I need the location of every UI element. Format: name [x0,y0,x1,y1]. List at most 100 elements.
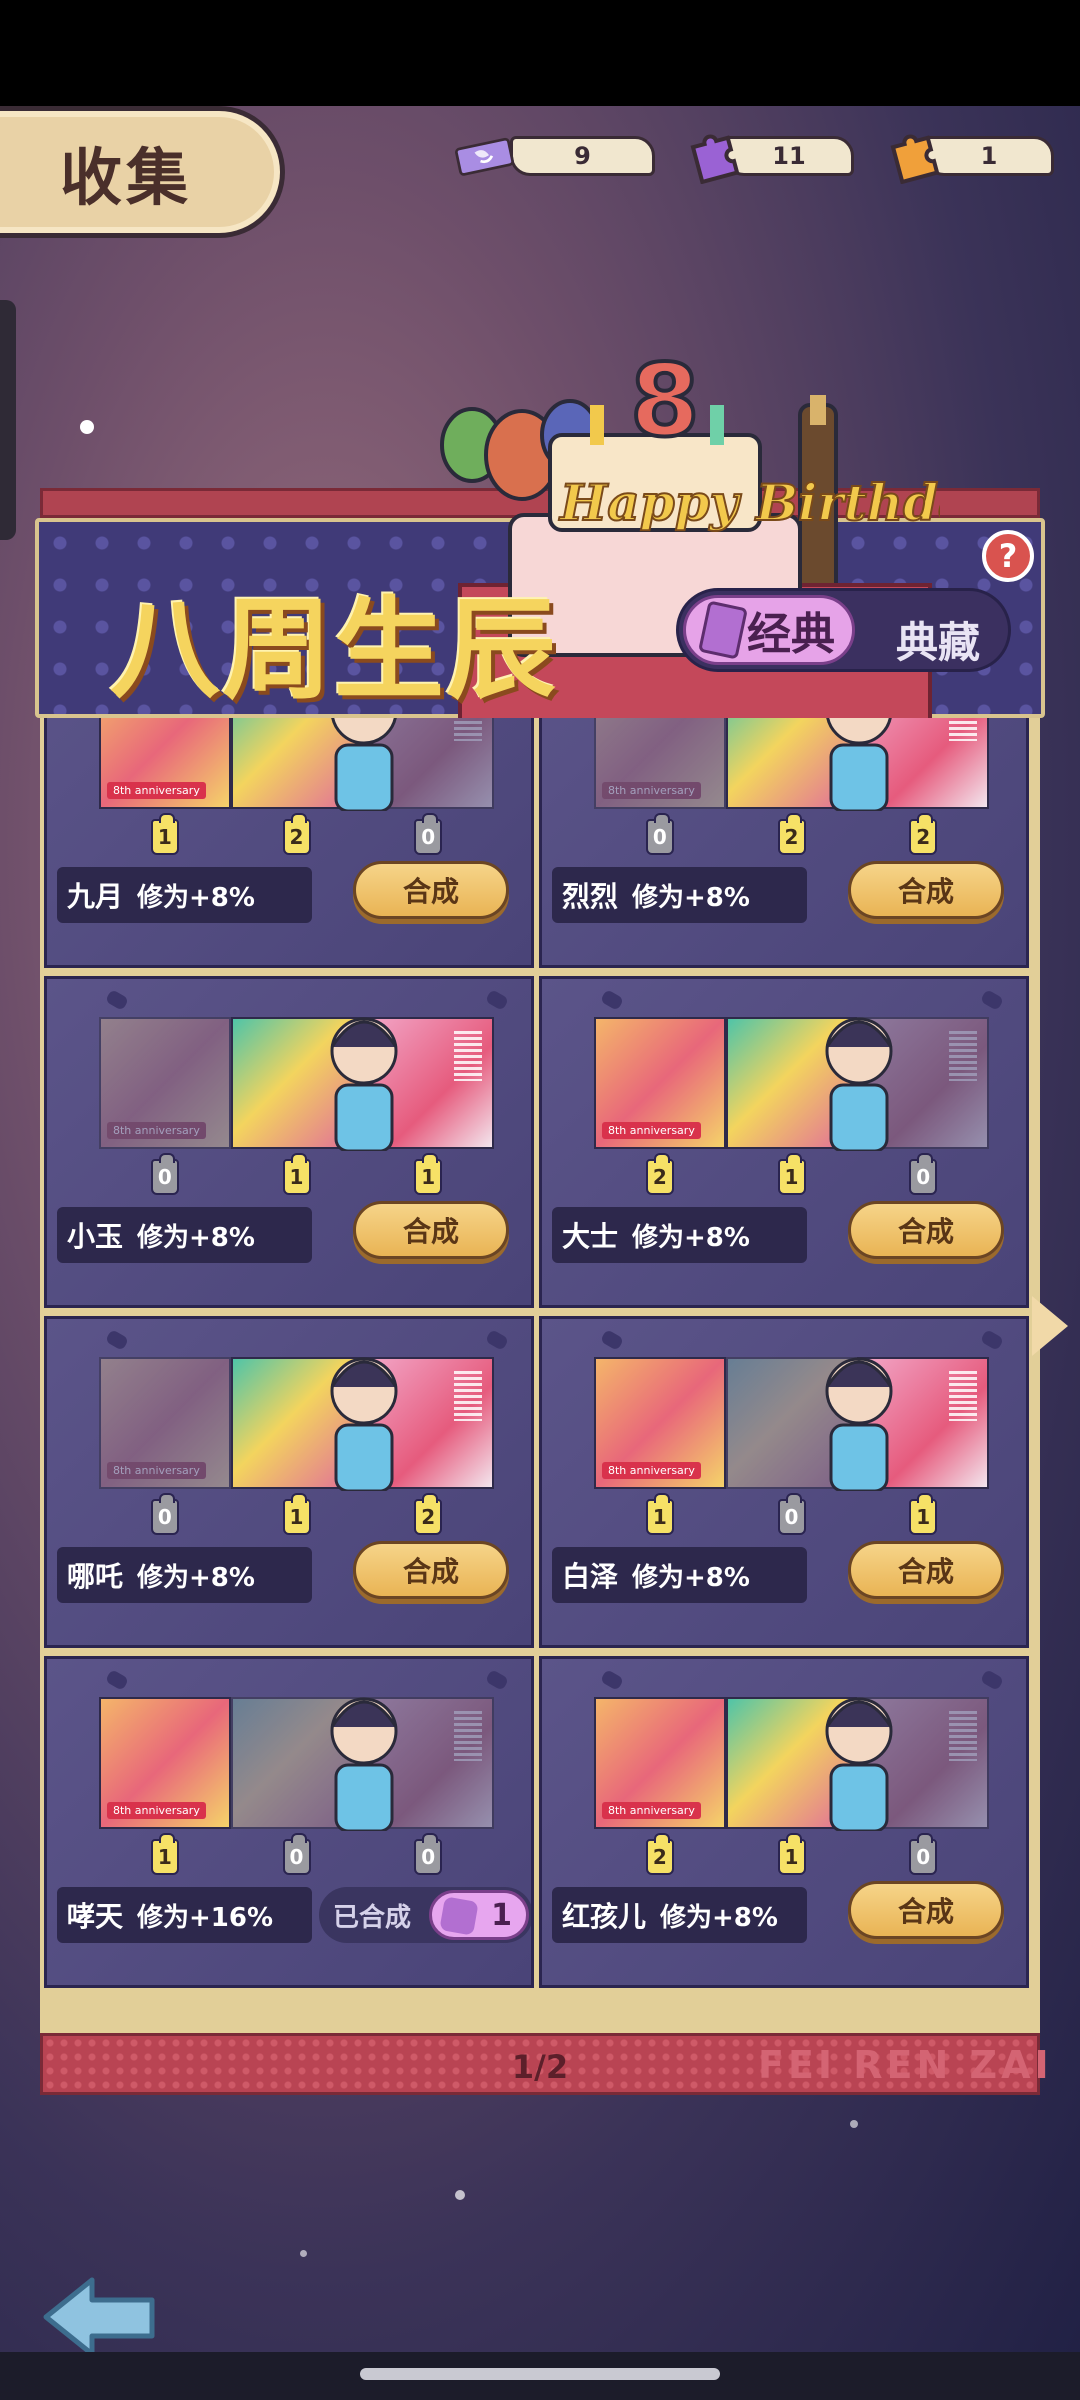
piece-count-tag: 1 [282,1493,311,1535]
synthesized-label: 已合成 [333,1902,412,1933]
ticket-count: 9 [510,136,655,176]
piece-count-tag: 2 [777,813,806,855]
collection-mode-toggle[interactable]: 经典 典藏 [676,588,1011,672]
piece-count-tag: 0 [150,1493,179,1535]
synthesize-button[interactable]: 合成 [848,861,1004,919]
character-illustration [826,718,892,811]
collection-card[interactable]: 8th anniversary 0 2 2 烈烈 修为+8% 合成 [539,718,1029,968]
character-name: 九月 [67,880,124,913]
piece-count-tag: 1 [777,1833,806,1875]
bonus-text: 修为+8% [632,1562,750,1593]
bonus-text: 修为+16% [137,1902,274,1933]
card-info: 白泽 修为+8% [552,1547,807,1603]
page-title: 收集 [60,141,193,214]
puzzle-art: 8th anniversary [594,1017,990,1151]
collection-card[interactable]: 8th anniversary 0 1 1 小玉 修为+8% 合成 [44,976,534,1308]
orange-puzzle-icon [884,126,944,186]
anniversary-label: 8th anniversary [602,1462,701,1479]
purple-puzzle-icon [684,126,744,186]
piece-count-tag: 0 [414,813,443,855]
bonus-text: 修为+8% [632,1222,750,1253]
tab-collection[interactable]: 典藏 [896,609,980,670]
anniversary-label: 8th anniversary [602,1802,701,1819]
help-button[interactable]: ? [982,530,1034,582]
anniversary-label: 8th anniversary [107,1122,206,1139]
character-name: 哪吒 [67,1560,124,1593]
card-icon [698,600,748,660]
collection-card[interactable]: 8th anniversary 0 1 2 哪吒 修为+8% 合成 [44,1316,534,1648]
piece-count-tag: 1 [909,1493,938,1535]
puzzle-piece: 8th anniversary [594,1697,726,1829]
card-info: 哪吒 修为+8% [57,1547,312,1603]
page-indicator: 1/2 [511,2048,569,2086]
currency-ticket: 9 [455,132,655,180]
pin-decoration [104,1668,130,1692]
card-info: 大士 修为+8% [552,1207,807,1263]
back-arrow-icon[interactable] [40,2272,160,2362]
synthesize-button[interactable]: 合成 [353,1541,509,1599]
collection-card[interactable]: 8th anniversary 1 2 0 九月 修为+8% 合成 [44,718,534,968]
puzzle-art: 8th anniversary [99,1357,495,1491]
collection-card[interactable]: 8th anniversary 1 0 1 白泽 修为+8% 合成 [539,1316,1029,1648]
puzzle-art: 8th anniversary [99,1017,495,1151]
puzzle-piece: 8th anniversary [99,1017,231,1149]
collection-card[interactable]: 8th anniversary 2 1 0 红孩儿 修为+8% 合成 [539,1656,1029,1988]
card-info: 哮天 修为+16% [57,1887,312,1943]
bonus-text: 修为+8% [660,1902,778,1933]
anniversary-label: 8th anniversary [107,1462,206,1479]
piece-count-tag: 1 [414,1153,443,1195]
barcode-icon [454,1371,483,1421]
page-title-tab: 收集 [0,106,285,238]
piece-counts: 1 0 1 [594,1493,989,1535]
barcode-icon [949,1031,978,1081]
side-drawer-handle[interactable] [0,300,16,540]
character-illustration [825,1017,893,1151]
piece-counts: 0 2 2 [594,813,989,855]
event-title: 八周生辰 [110,586,558,714]
character-illustration [331,718,397,811]
piece-count-tag: 0 [777,1493,806,1535]
character-illustration [825,1357,893,1491]
synthesize-button[interactable]: 合成 [353,861,509,919]
synthesize-button[interactable]: 合成 [353,1201,509,1259]
collection-card[interactable]: 8th anniversary 100 哮天 修为+16% 已合成 1 [44,1656,534,1988]
character-illustration [330,1017,398,1151]
pin-decoration [979,988,1005,1012]
character-name: 小玉 [67,1220,124,1253]
card-grid: 8th anniversary 1 2 0 九月 修为+8% 合成 8th anni… [40,718,1040,2038]
piece-count-tag: 0 [282,1833,311,1875]
piece-counts: 1 0 0 [99,1833,494,1875]
barcode-icon [949,1371,978,1421]
synthesize-button[interactable]: 合成 [848,1201,1004,1259]
bonus-text: 修为+8% [137,1562,255,1593]
pin-decoration [599,1668,625,1692]
pin-decoration [979,1668,1005,1692]
sparkle [80,420,94,434]
piece-counts: 0 1 2 [99,1493,494,1535]
next-page-arrow[interactable] [1032,1296,1068,1356]
card-info: 小玉 修为+8% [57,1207,312,1263]
synthesize-button[interactable]: 合成 [848,1541,1004,1599]
piece-count-tag: 0 [414,1833,443,1875]
puzzle-art: 8th anniversary [99,718,495,811]
piece-count-tag: 1 [777,1153,806,1195]
pin-decoration [484,1328,510,1352]
synthesized-status: 已合成 1 [319,1887,531,1943]
status-bar [0,0,1080,106]
puzzle-art: 8th anniversary [594,1697,990,1831]
ticket-icon [455,126,515,186]
puzzle-art: 8th anniversary [594,1357,990,1491]
cake-number: 8 [630,355,700,459]
puzzle-art: 8th anniversary [99,1697,495,1831]
cake-text: Happy Birthday [558,473,940,532]
barcode-icon [454,718,483,741]
piece-count-tag: 2 [645,1153,674,1195]
tab-classic[interactable]: 经典 [683,595,855,665]
collection-card[interactable]: 8th anniversary 2 1 0 大士 修为+8% 合成 [539,976,1029,1308]
synthesize-button[interactable]: 合成 [848,1881,1004,1939]
barcode-icon [454,1031,483,1081]
anniversary-label: 8th anniversary [107,1802,206,1819]
piece-count-tag: 0 [909,1153,938,1195]
currency-purple-puzzle: 11 [684,132,854,184]
home-indicator[interactable] [360,2368,720,2380]
